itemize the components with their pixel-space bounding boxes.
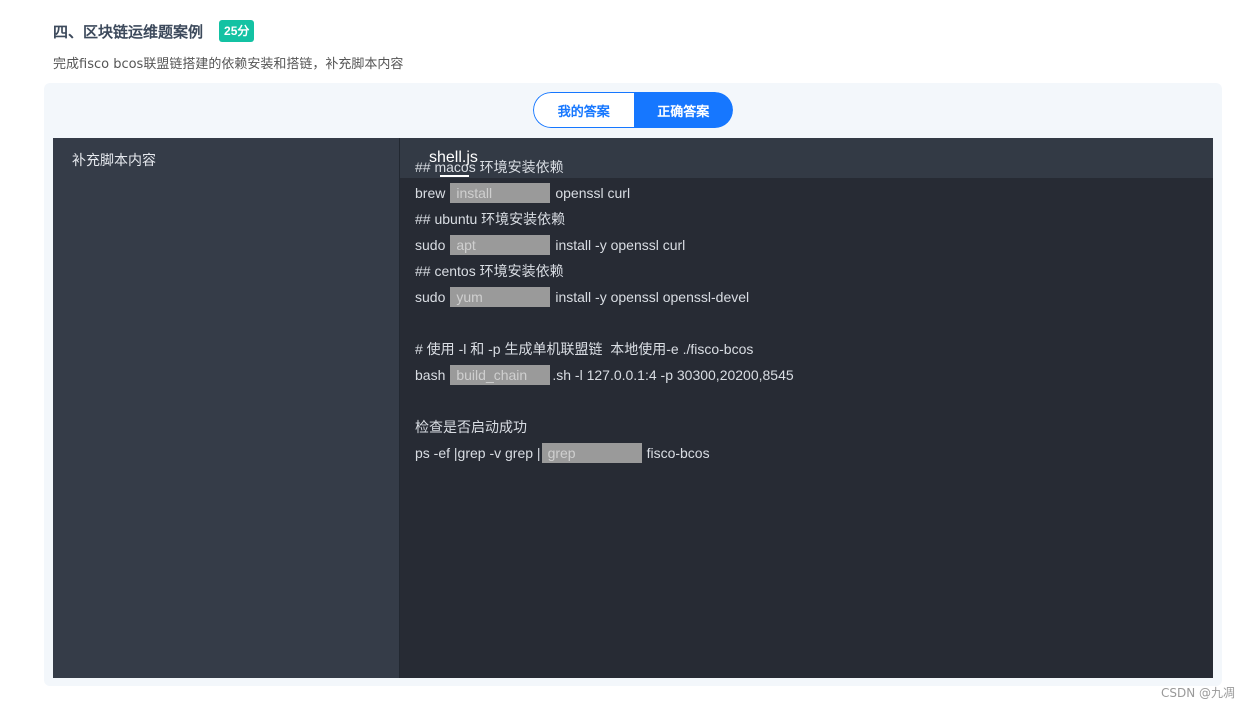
code-text: # 使用 -l 和 -p 生成单机联盟链 本地使用-e ./fisco-bcos xyxy=(415,341,754,357)
code-line: bash build_chain .sh -l 127.0.0.1:4 -p 3… xyxy=(415,362,794,388)
fill-blank-input[interactable]: apt xyxy=(450,235,551,255)
code-line: ps -ef |grep -v grep | grep fisco-bcos xyxy=(415,440,794,466)
question-title: 四、区块链运维题案例 xyxy=(53,22,204,41)
question-description: 完成fisco bcos联盟链搭建的依赖安装和搭链，补充脚本内容 xyxy=(53,57,404,72)
code-line: ## macos 环境安装依赖 xyxy=(415,154,794,180)
code-text: sudo xyxy=(415,289,446,305)
code-text: ## centos 环境安装依赖 xyxy=(415,263,564,279)
code-line: 检查是否启动成功 xyxy=(415,414,794,440)
code-text: .sh -l 127.0.0.1:4 -p 30300,20200,8545 xyxy=(552,367,794,383)
code-line: sudo apt install -y openssl curl xyxy=(415,232,794,258)
code-line: ## centos 环境安装依赖 xyxy=(415,258,794,284)
code-text: install -y openssl curl xyxy=(555,237,686,253)
code-text: brew xyxy=(415,185,446,201)
tab-correct-answer[interactable]: 正确答案 xyxy=(633,92,733,128)
code-text: ## ubuntu 环境安装依赖 xyxy=(415,211,566,227)
instruction-pane: 补充脚本内容 xyxy=(53,138,400,678)
code-text: 检查是否启动成功 xyxy=(415,419,527,435)
code-line: brew install openssl curl xyxy=(415,180,794,206)
code-pane: shell.js ## macos 环境安装依赖 brew install op… xyxy=(400,138,1213,678)
fill-blank-input[interactable]: install xyxy=(450,183,551,203)
code-line: sudo yum install -y openssl openssl-deve… xyxy=(415,284,794,310)
fill-blank-input[interactable]: yum xyxy=(450,287,551,307)
code-text: ps -ef |grep -v grep | xyxy=(415,445,541,461)
code-content: ## macos 环境安装依赖 brew install openssl cur… xyxy=(415,154,794,466)
code-text: openssl curl xyxy=(555,185,631,201)
score-badge: 25分 xyxy=(219,20,255,42)
code-line: ## ubuntu 环境安装依赖 xyxy=(415,206,794,232)
answer-tabs: 我的答案 正确答案 xyxy=(533,92,733,128)
fill-blank-input[interactable]: grep xyxy=(541,443,642,463)
code-text: sudo xyxy=(415,237,446,253)
code-text: ## macos 环境安装依赖 xyxy=(415,159,564,175)
code-text: bash xyxy=(415,367,446,383)
code-line: # 使用 -l 和 -p 生成单机联盟链 本地使用-e ./fisco-bcos xyxy=(415,336,794,362)
code-text: install -y openssl openssl-devel xyxy=(555,289,750,305)
code-text: fisco-bcos xyxy=(646,445,710,461)
instruction-title: 补充脚本内容 xyxy=(72,153,156,169)
code-editor: 补充脚本内容 shell.js ## macos 环境安装依赖 brew ins… xyxy=(53,138,1213,678)
tab-my-answer[interactable]: 我的答案 xyxy=(533,92,634,128)
fill-blank-input[interactable]: build_chain xyxy=(450,365,551,385)
question-header: 四、区块链运维题案例 25分 xyxy=(53,18,255,44)
watermark: CSDN @九凋 xyxy=(1160,686,1235,700)
